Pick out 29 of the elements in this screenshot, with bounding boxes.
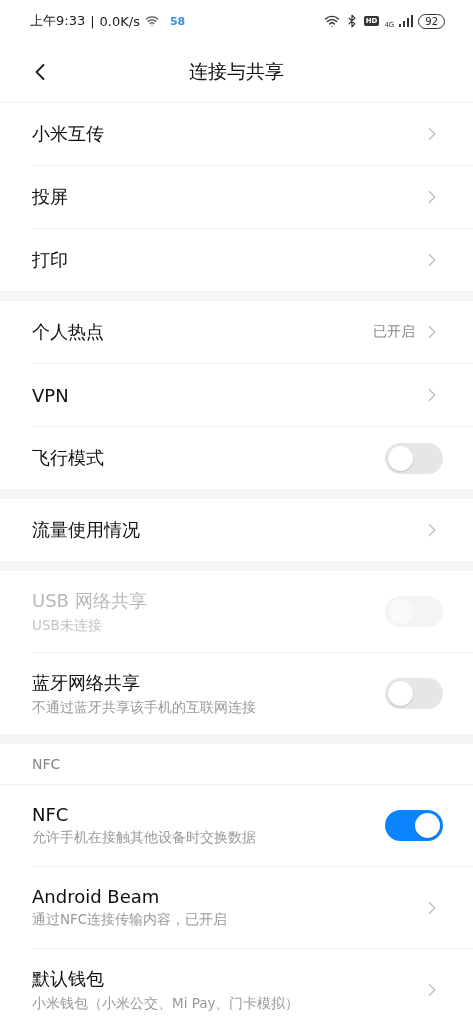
setting-title: NFC [32,804,70,825]
setting-title: 蓝牙网络共享 [32,670,141,695]
setting-description: USB未连接 [32,616,103,635]
signal-icon [399,15,414,27]
setting-title: 飞行模式 [32,446,105,470]
setting-title[interactable]: 小米互传 [32,122,421,146]
network-speed: 0.0K/s [99,13,140,29]
setting-description: 通过NFC连接传输内容，已开启 [32,911,229,929]
setting-title[interactable]: 默认钱包 [32,966,421,991]
setting-title[interactable]: Android Beam [32,886,421,907]
status-time: 上午9:33 [30,12,86,30]
setting-description: 小米钱包（小米公交、Mi Pay、门卡模拟） [32,994,301,1013]
setting-title[interactable]: 个人热点 [32,320,373,344]
wifi-icon [323,13,340,29]
toggle-switch[interactable] [385,678,443,709]
setting-title[interactable]: 打印 [32,248,421,272]
setting-title[interactable]: VPN [32,384,421,406]
section-header: NFC [0,744,473,785]
setting-title[interactable]: 投屏 [32,185,421,209]
toggle-switch[interactable] [385,810,443,841]
page-title: 连接与共享 [188,59,285,84]
status-value: 已开启 [373,323,415,341]
status-separator: | [90,13,95,29]
setting-description: 允许手机在接触其他设备时交换数据 [32,829,257,847]
app-notification-label: 58 [169,14,186,28]
setting-description: 不通过蓝牙共享该手机的互联网连接 [32,698,257,717]
toggle-switch[interactable] [385,442,443,474]
wifi-icon [144,14,159,28]
setting-title: USB 网络共享 [32,588,148,613]
